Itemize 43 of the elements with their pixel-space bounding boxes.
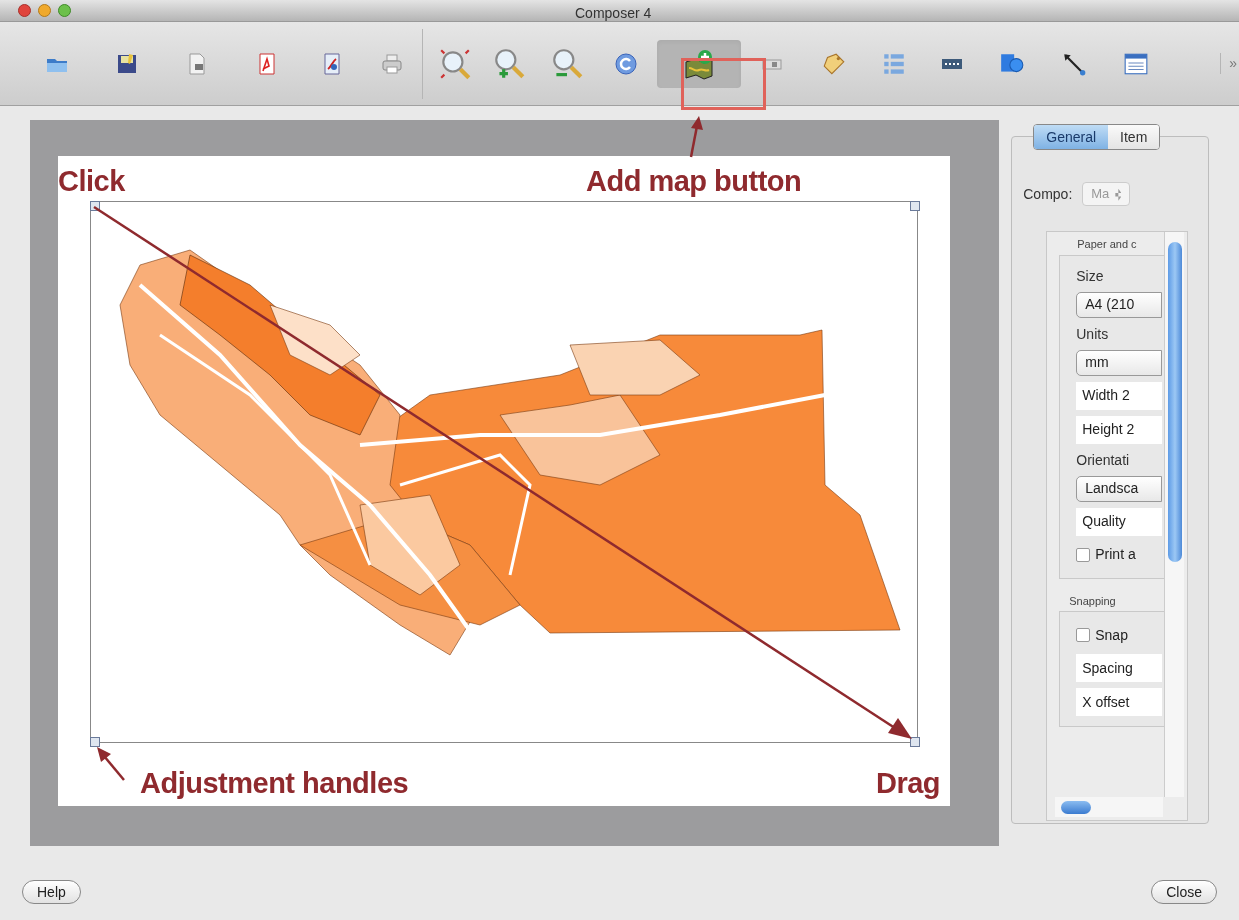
- field-label: Size: [1076, 266, 1105, 286]
- input-field[interactable]: Height 2: [1076, 415, 1163, 444]
- zoom-window-icon[interactable]: [58, 4, 71, 17]
- checkbox[interactable]: [1076, 547, 1091, 562]
- annotation-text: Click: [58, 164, 125, 199]
- checkbox-label: Print a: [1095, 545, 1136, 564]
- zoom-out-icon: [550, 46, 584, 81]
- minimize-window-icon[interactable]: [38, 4, 51, 17]
- resize-handle[interactable]: [910, 737, 920, 747]
- input-field[interactable]: Quality: [1076, 507, 1163, 536]
- tab[interactable]: Item: [1108, 125, 1160, 149]
- dropdown[interactable]: mm: [1076, 349, 1163, 376]
- scroll-bar[interactable]: [1164, 232, 1185, 797]
- field-label: Orientati: [1076, 450, 1131, 470]
- group-title: Paper and c: [1077, 237, 1137, 252]
- resize-handle[interactable]: [90, 737, 100, 747]
- map-add-icon: [683, 47, 715, 80]
- resize-handle[interactable]: [910, 201, 920, 211]
- checkbox[interactable]: [1076, 628, 1091, 642]
- dropdown[interactable]: A4 (210: [1076, 291, 1163, 318]
- composition-label: Compo:: [1023, 184, 1073, 204]
- refresh-icon: [614, 51, 638, 76]
- close-window-icon[interactable]: [18, 4, 31, 17]
- annotation-text: Add map button: [586, 164, 802, 199]
- annotation-text: Drag: [876, 766, 941, 801]
- input-field[interactable]: X offset: [1076, 688, 1163, 716]
- input-field[interactable]: Width 2: [1076, 381, 1163, 410]
- tab[interactable]: General: [1034, 125, 1109, 149]
- horizontal-scroll-bar[interactable]: [1055, 797, 1164, 817]
- printer-icon: [380, 51, 404, 76]
- toolbar-button[interactable]: [657, 39, 741, 88]
- window-title: Composer 4: [575, 4, 652, 23]
- annotation-text: Adjustment handles: [140, 766, 409, 801]
- field-label: Units: [1076, 324, 1110, 344]
- group-title: Snapping: [1069, 593, 1116, 609]
- dialog-button[interactable]: Help: [22, 880, 81, 904]
- dialog-button[interactable]: Close: [1151, 880, 1217, 904]
- zoom-in-icon: [492, 46, 526, 81]
- pointer-arrow: [96, 746, 128, 782]
- input-field[interactable]: Spacing: [1076, 654, 1163, 682]
- resize-handle[interactable]: [90, 201, 100, 211]
- checkbox-label: Snap: [1095, 625, 1128, 645]
- dropdown[interactable]: Landsca: [1076, 475, 1163, 502]
